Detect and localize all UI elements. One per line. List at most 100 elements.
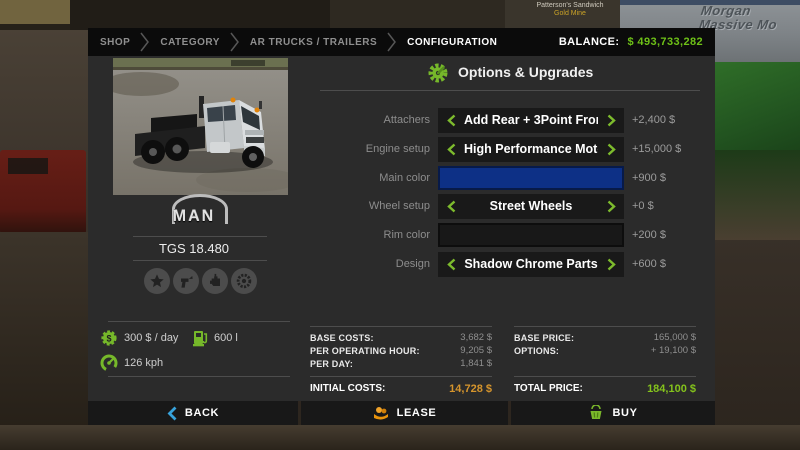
option-price: +2,400 $ — [632, 108, 675, 133]
svg-text:$: $ — [106, 334, 111, 344]
paint-icon — [173, 268, 199, 294]
cost-row: BASE PRICE: 165,000 $ — [514, 331, 696, 344]
lease-hand-icon — [373, 406, 389, 421]
divider — [310, 326, 492, 327]
option-price: +600 $ — [632, 252, 666, 277]
breadcrumb-shop[interactable]: SHOP — [100, 37, 130, 48]
initial-costs-label: INITIAL COSTS: — [310, 383, 385, 394]
background-left-ground — [0, 232, 88, 450]
price-panel: BASE PRICE: 165,000 $ OPTIONS: + 19,100 … — [514, 331, 696, 357]
option-selector-engine-setup: High Performance Motor — [438, 137, 624, 162]
balance-value: $ 493,733,282 — [627, 36, 703, 48]
rim-color-swatch[interactable] — [438, 223, 624, 247]
wheel-icon — [231, 268, 257, 294]
chevron-right-icon — [387, 32, 397, 52]
divider — [108, 376, 290, 377]
main-color-swatch[interactable] — [438, 166, 624, 190]
cost-value: 1,841 $ — [460, 358, 492, 369]
maintenance-cost-value: 300 $ / day — [124, 329, 178, 347]
engine-icon — [202, 268, 228, 294]
chevron-right-icon — [230, 32, 240, 52]
buy-basket-icon — [588, 405, 604, 421]
brand-name: MAN — [88, 208, 300, 226]
vehicle-preview-image — [113, 58, 288, 195]
option-label-rim-color: Rim color — [300, 223, 430, 248]
option-price: +900 $ — [632, 166, 666, 191]
back-button[interactable]: BACK — [88, 401, 298, 425]
cost-row: BASE COSTS: 3,682 $ — [310, 331, 492, 344]
cost-label: BASE COSTS: — [310, 333, 374, 343]
back-button-label: BACK — [185, 407, 219, 419]
breadcrumb-ar-trucks-trailers[interactable]: AR TRUCKS / TRAILERS — [250, 37, 377, 48]
fuel-icon — [193, 328, 208, 347]
chevron-left-icon — [447, 258, 456, 271]
option-value: Street Wheels — [464, 194, 598, 219]
next-option-button[interactable] — [598, 252, 624, 277]
initial-costs-row: INITIAL COSTS: 14,728 $ — [310, 381, 492, 396]
background-building-dark — [70, 0, 330, 30]
option-label-main-color: Main color — [300, 166, 430, 191]
divider — [108, 321, 290, 322]
option-label-design: Design — [300, 252, 430, 277]
option-selector-wheel-setup: Street Wheels — [438, 194, 624, 219]
cost-label: OPTIONS: — [514, 346, 559, 356]
breadcrumb-configuration: CONFIGURATION — [407, 37, 497, 48]
gear-wrench-icon — [426, 61, 450, 85]
option-value: Add Rear + 3Point Front — [464, 108, 598, 133]
breadcrumb-bar: SHOP CATEGORY AR TRUCKS / TRAILERS CONFI… — [88, 28, 715, 56]
next-option-button[interactable] — [598, 108, 624, 133]
option-label-wheel-setup: Wheel setup — [300, 194, 430, 219]
cost-value: 9,205 $ — [460, 345, 492, 356]
max-speed-value: 126 kph — [124, 354, 163, 372]
prev-option-button[interactable] — [438, 252, 464, 277]
next-option-button[interactable] — [598, 194, 624, 219]
next-option-button[interactable] — [598, 137, 624, 162]
chevron-right-icon — [607, 200, 616, 213]
fuel-capacity-value: 600 l — [214, 329, 238, 347]
cost-value: + 19,100 $ — [651, 345, 696, 356]
cost-row: OPTIONS: + 19,100 $ — [514, 344, 696, 357]
game-screen: Patterson's Sandwich Gold Mine Morgan Ma… — [0, 0, 800, 450]
option-selector-design: Shadow Chrome Parts — [438, 252, 624, 277]
maintenance-cost-icon: $ — [100, 329, 118, 347]
prev-option-button[interactable] — [438, 137, 464, 162]
option-price: +15,000 $ — [632, 137, 681, 162]
prev-option-button[interactable] — [438, 194, 464, 219]
sign-line-2: Gold Mine — [528, 10, 612, 18]
buy-button[interactable]: BUY — [511, 401, 715, 425]
cost-label: PER DAY: — [310, 359, 353, 369]
chevron-left-icon — [447, 114, 456, 127]
divider — [514, 326, 696, 327]
total-price-row: TOTAL PRICE: 184,100 $ — [514, 381, 696, 396]
speedometer-icon — [100, 354, 118, 372]
operating-costs-panel: BASE COSTS: 3,682 $ PER OPERATING HOUR: … — [310, 331, 492, 370]
option-price: +200 $ — [632, 223, 666, 248]
breadcrumb-category[interactable]: CATEGORY — [160, 37, 220, 48]
divider — [310, 376, 492, 377]
sign-line-1: Patterson's Sandwich — [528, 2, 612, 10]
option-label-engine-setup: Engine setup — [300, 137, 430, 162]
star-icon — [144, 268, 170, 294]
background-bottom-ground — [0, 425, 800, 450]
shop-sign-text: Patterson's Sandwich Gold Mine — [528, 2, 612, 18]
cost-row: PER DAY: 1,841 $ — [310, 357, 492, 370]
buy-button-label: BUY — [612, 407, 637, 419]
total-price-label: TOTAL PRICE: — [514, 383, 583, 394]
lease-button[interactable]: LEASE — [301, 401, 508, 425]
option-label-attachers: Attachers — [300, 108, 430, 133]
total-price-value: 184,100 $ — [647, 383, 696, 395]
chevron-right-icon — [607, 114, 616, 127]
vehicle-model-name: TGS 18.480 — [88, 241, 300, 256]
options-upgrades-title: Options & Upgrades — [458, 64, 593, 80]
dealer-line-1: Morgan — [700, 4, 800, 18]
divider — [320, 90, 700, 91]
cost-value: 3,682 $ — [460, 332, 492, 343]
divider — [514, 376, 696, 377]
background-hill — [0, 0, 70, 24]
divider — [133, 260, 267, 261]
option-value: Shadow Chrome Parts — [464, 252, 598, 277]
chevron-right-icon — [607, 258, 616, 271]
prev-option-button[interactable] — [438, 108, 464, 133]
cost-value: 165,000 $ — [654, 332, 696, 343]
option-value: High Performance Motor — [464, 137, 598, 162]
